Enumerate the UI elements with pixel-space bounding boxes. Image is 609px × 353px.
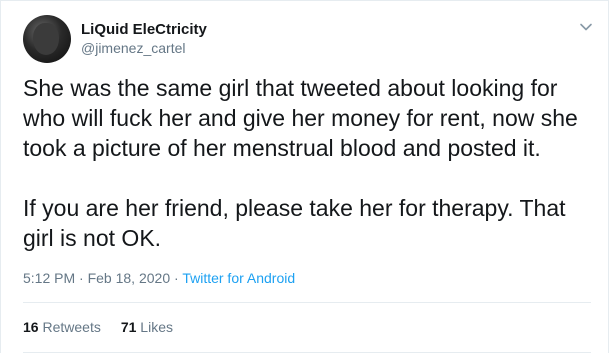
avatar[interactable] — [23, 15, 71, 63]
tweet-stats: 16 Retweets 71 Likes — [23, 317, 173, 337]
author-display-name[interactable]: LiQuid EleCtricity — [81, 20, 207, 39]
tweet-paragraph: She was the same girl that tweeted about… — [23, 75, 578, 161]
meta-separator: · — [75, 270, 88, 286]
likes-stat[interactable]: 71 Likes — [121, 317, 173, 337]
likes-label: Likes — [140, 319, 173, 335]
avatar-face — [33, 23, 59, 55]
tweet-paragraph: If you are her friend, please take her f… — [23, 195, 566, 251]
author-handle[interactable]: @jimenez_cartel — [81, 39, 207, 58]
retweets-stat[interactable]: 16 Retweets — [23, 317, 101, 337]
retweets-label: Retweets — [42, 319, 101, 335]
tweet-header: LiQuid EleCtricity @jimenez_cartel — [23, 15, 207, 63]
tweet-date[interactable]: Feb 18, 2020 — [88, 270, 171, 286]
divider — [23, 302, 591, 303]
meta-separator: · — [170, 270, 183, 286]
likes-count: 71 — [120, 319, 137, 335]
tweet-text: She was the same girl that tweeted about… — [23, 73, 591, 253]
tweet-source-link[interactable]: Twitter for Android — [182, 270, 295, 286]
retweets-count: 16 — [23, 319, 39, 335]
chevron-down-icon[interactable] — [578, 19, 594, 35]
tweet-meta: 5:12 PM · Feb 18, 2020 · Twitter for And… — [23, 268, 295, 288]
author-names: LiQuid EleCtricity @jimenez_cartel — [81, 20, 207, 58]
tweet-card: LiQuid EleCtricity @jimenez_cartel She w… — [0, 0, 609, 353]
tweet-time[interactable]: 5:12 PM — [23, 270, 75, 286]
